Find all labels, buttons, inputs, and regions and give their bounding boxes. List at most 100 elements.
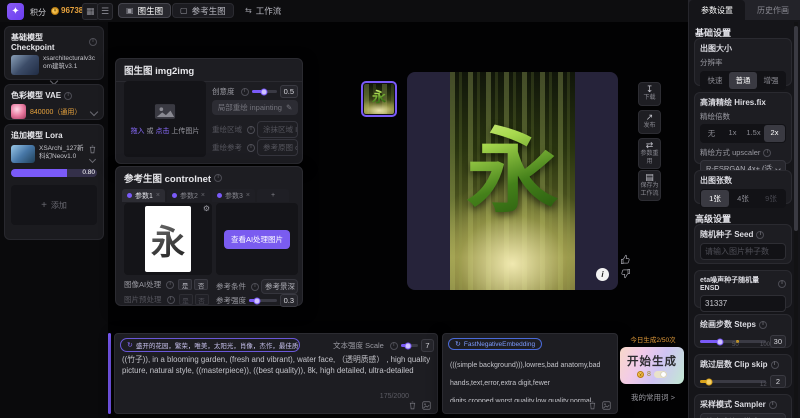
upload-click-label: 点击	[155, 128, 169, 135]
info-icon[interactable]: i	[214, 174, 222, 182]
gear-icon[interactable]: ⚙	[203, 204, 210, 213]
resolution-option-normal[interactable]: 普通	[729, 72, 757, 89]
close-icon[interactable]: ×	[246, 192, 250, 199]
close-icon[interactable]: ×	[201, 192, 205, 199]
app-logo[interactable]: ✦	[7, 3, 24, 20]
negative-prompt-input[interactable]: (((simple background))),lowres,bad anato…	[450, 354, 612, 402]
reuse-params-button[interactable]: ⇄ 参数重用	[638, 138, 661, 169]
prompt-image-icon[interactable]	[422, 401, 431, 410]
controlnet-tab-3[interactable]: 参数3×	[212, 189, 255, 202]
tab-label: 图生图	[138, 5, 164, 17]
cfg-scale-value: 7	[421, 339, 434, 352]
redraw-ref-value: 参考原图 or	[263, 142, 298, 153]
vae-panel: 色彩模型 VAEi 840000（通用）	[4, 84, 104, 120]
ref-condition-select[interactable]: 参考景深 dept	[261, 279, 298, 294]
add-lora-button[interactable]: + 添加	[11, 185, 97, 225]
tab-parameters[interactable]: 参数设置	[689, 0, 745, 20]
lora-weight-slider[interactable]: 0.80	[11, 169, 97, 177]
resolution-option-enhanced[interactable]: 增强	[757, 72, 785, 89]
generate-button[interactable]: 开始生成 ¥ 8	[620, 347, 684, 384]
image-info-icon[interactable]: i	[596, 268, 609, 281]
hires-option-2x[interactable]: 2x	[764, 125, 785, 142]
tab-history[interactable]: 历史作画	[745, 0, 800, 20]
save-workflow-button[interactable]: ▤ 保存为工作流	[638, 170, 661, 201]
download-icon: ↧	[646, 85, 654, 94]
negative-image-icon[interactable]	[602, 401, 611, 410]
controlnet-add-tab[interactable]: +	[257, 189, 289, 202]
generate-label: 开始生成	[627, 353, 677, 369]
count-option-9[interactable]: 9张	[757, 190, 785, 207]
fast-mode-toggle[interactable]	[654, 371, 667, 378]
count-option-4[interactable]: 4张	[729, 190, 757, 207]
ai-process-no-button[interactable]: 否	[194, 279, 208, 290]
seed-input[interactable]	[700, 243, 786, 260]
clear-negative-icon[interactable]	[588, 401, 597, 410]
info-icon[interactable]: i	[241, 88, 249, 96]
tab-img2img[interactable]: ▣ 图生图	[118, 3, 171, 18]
image-placeholder-icon	[154, 103, 176, 120]
tab-reference[interactable]: ▢ 参考生图	[172, 3, 234, 18]
vae-thumbnail[interactable]	[11, 104, 26, 119]
reuse-params-icon: ⇄	[646, 141, 654, 150]
redraw-ref-select[interactable]: 参考原图 or	[257, 139, 298, 156]
preprocess-label: 图片预处理	[124, 294, 162, 305]
controlnet-tab-2[interactable]: 参数2×	[167, 189, 210, 202]
ensd-input[interactable]	[700, 295, 786, 312]
add-lora-label: 添加	[51, 200, 67, 211]
dislike-button[interactable]	[620, 268, 631, 279]
redraw-area-select[interactable]: 涂抹区域 In	[257, 121, 298, 138]
lora-thumbnail[interactable]	[11, 145, 35, 163]
publish-button[interactable]: ↗ 发布	[638, 110, 661, 134]
checkpoint-thumbnail[interactable]	[11, 55, 39, 75]
count-option-1[interactable]: 1张	[701, 190, 729, 207]
hires-option-none[interactable]: 无	[701, 125, 722, 142]
seed-card: 随机种子 Seedi	[694, 224, 792, 264]
clip-skip-slider[interactable]	[700, 380, 766, 383]
sampler-title: 采样模式 Sampler	[700, 399, 766, 410]
tab-workflow[interactable]: ⇆ 工作流	[238, 3, 288, 18]
resolution-option-fast[interactable]: 快速	[701, 72, 729, 89]
view-ai-image-button[interactable]: 查看AI处理图片	[224, 230, 290, 249]
ai-process-label: 图像AI处理	[124, 279, 161, 290]
like-button[interactable]	[620, 254, 631, 265]
scrollbar-thumb[interactable]	[794, 26, 798, 231]
controlnet-tab-1[interactable]: 参数1×	[122, 189, 165, 202]
menu-icon[interactable]: ☰	[97, 3, 113, 20]
close-icon[interactable]: ×	[156, 192, 160, 199]
vae-chevron-icon[interactable]	[90, 107, 98, 115]
lora-chevron-icon[interactable]	[89, 156, 96, 163]
favorite-prompts-link[interactable]: 我的常用词 >	[620, 392, 686, 403]
info-icon[interactable]: i	[64, 92, 72, 100]
coin-icon: ¥	[51, 7, 59, 15]
steps-tick-mid: 50	[732, 342, 739, 348]
reference-image[interactable]: 永	[145, 206, 191, 272]
count-title: 出图张数	[700, 175, 786, 186]
negative-embedding-pill[interactable]: ↻ FastNegativeEmbedding	[448, 338, 542, 350]
ref-strength-slider[interactable]	[249, 299, 277, 302]
ensd-title: eta噪声种子随机量 ENSD	[700, 275, 775, 292]
image-upload-dropzone[interactable]: 拖入 或 点击 上传图片	[124, 81, 206, 157]
denoise-slider[interactable]	[252, 90, 277, 93]
result-thumbnail-selected[interactable]: 永	[361, 81, 397, 117]
info-icon[interactable]: i	[89, 38, 97, 46]
refresh-icon: ↻	[127, 341, 133, 349]
preprocess-no-button[interactable]: 否	[195, 294, 209, 305]
hires-option-1x[interactable]: 1x	[722, 125, 743, 142]
ai-process-yes-button[interactable]: 是	[178, 279, 192, 290]
preprocess-yes-button[interactable]: 是	[179, 294, 193, 305]
controlnet-panel: 参考生图 controlneti 参数1× 参数2× 参数3× + 永 ⚙ 查看…	[115, 166, 303, 306]
hires-scale-label: 精绘倍数	[700, 111, 786, 122]
hires-option-1-5x[interactable]: 1.5x	[743, 125, 764, 142]
cfg-scale-slider[interactable]	[401, 344, 418, 347]
generated-image[interactable]: 永	[450, 72, 575, 290]
positive-prompt-input[interactable]: ((竹子)), in a blooming garden, (fresh and…	[122, 354, 432, 396]
inpaint-button[interactable]: 局部重绘 inpainting ✎	[212, 100, 298, 115]
ref-strength-label: 参考强度	[216, 295, 246, 306]
settings-sidebar: 参数设置 历史作画 基础设置 出图大小 分辨率 快速 普通 增强 高清精绘 Hi…	[688, 0, 800, 418]
sampler-select[interactable]: 综合式绘画模式，是很适合 (D	[700, 413, 786, 418]
reference-image-box: 永 ⚙	[124, 203, 212, 275]
download-button[interactable]: ↧ 下载	[638, 82, 661, 106]
clear-prompt-icon[interactable]	[408, 401, 417, 410]
delete-lora-icon[interactable]	[88, 145, 97, 154]
prompt-translation-pill[interactable]: ↻ 盛开的花园，繁荣，唯美，太阳光，肖像，杰作，最佳质量	[120, 338, 300, 352]
